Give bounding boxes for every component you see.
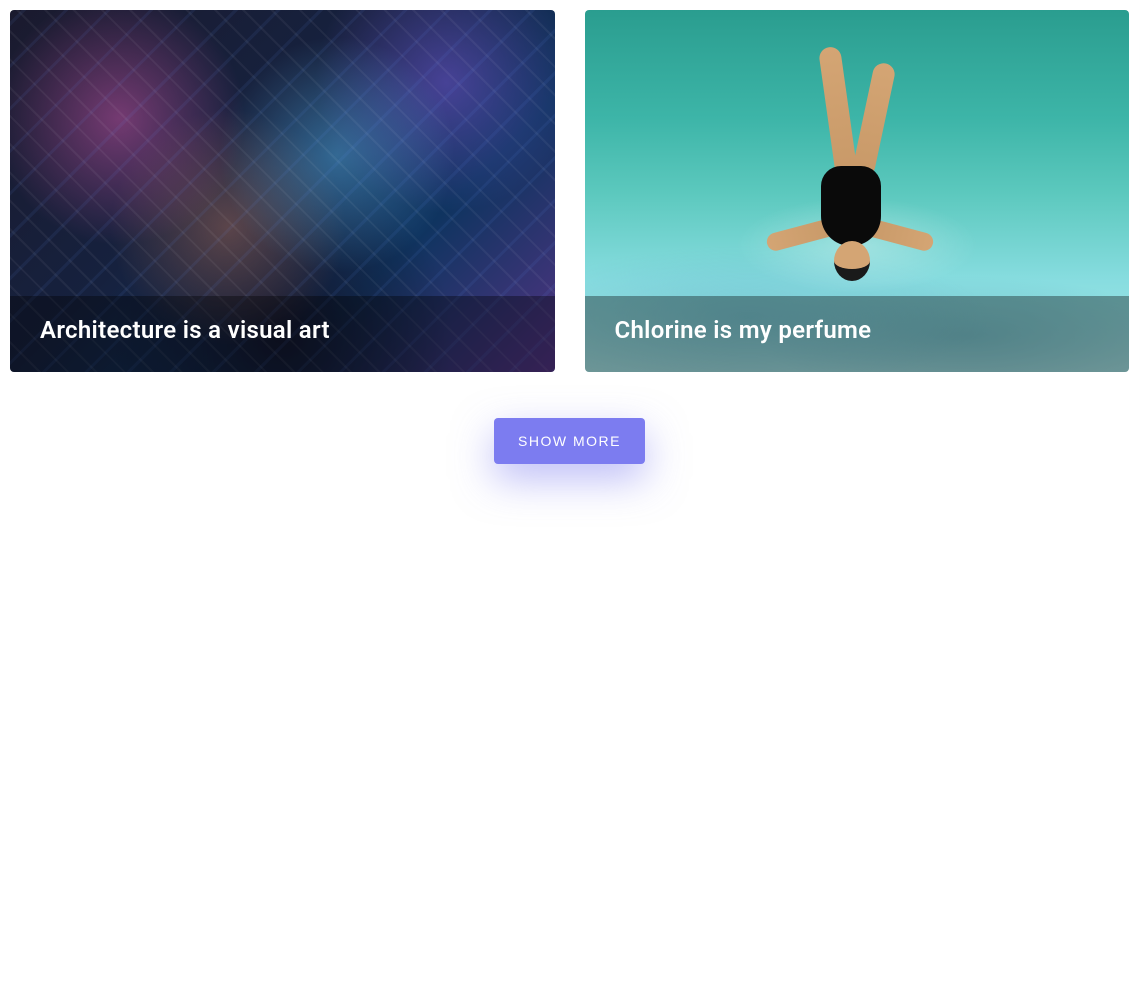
cards-grid: Architecture is a visual art Chlorine is… bbox=[0, 0, 1139, 382]
show-more-button[interactable]: SHOW MORE bbox=[494, 418, 645, 464]
button-container: SHOW MORE bbox=[0, 418, 1139, 464]
card-architecture[interactable]: Architecture is a visual art bbox=[10, 10, 555, 372]
card-overlay: Chlorine is my perfume bbox=[585, 296, 1130, 372]
swimmer-figure bbox=[746, 46, 946, 326]
card-title: Chlorine is my perfume bbox=[615, 316, 1100, 344]
card-chlorine[interactable]: Chlorine is my perfume bbox=[585, 10, 1130, 372]
card-overlay: Architecture is a visual art bbox=[10, 296, 555, 372]
card-title: Architecture is a visual art bbox=[40, 316, 525, 344]
